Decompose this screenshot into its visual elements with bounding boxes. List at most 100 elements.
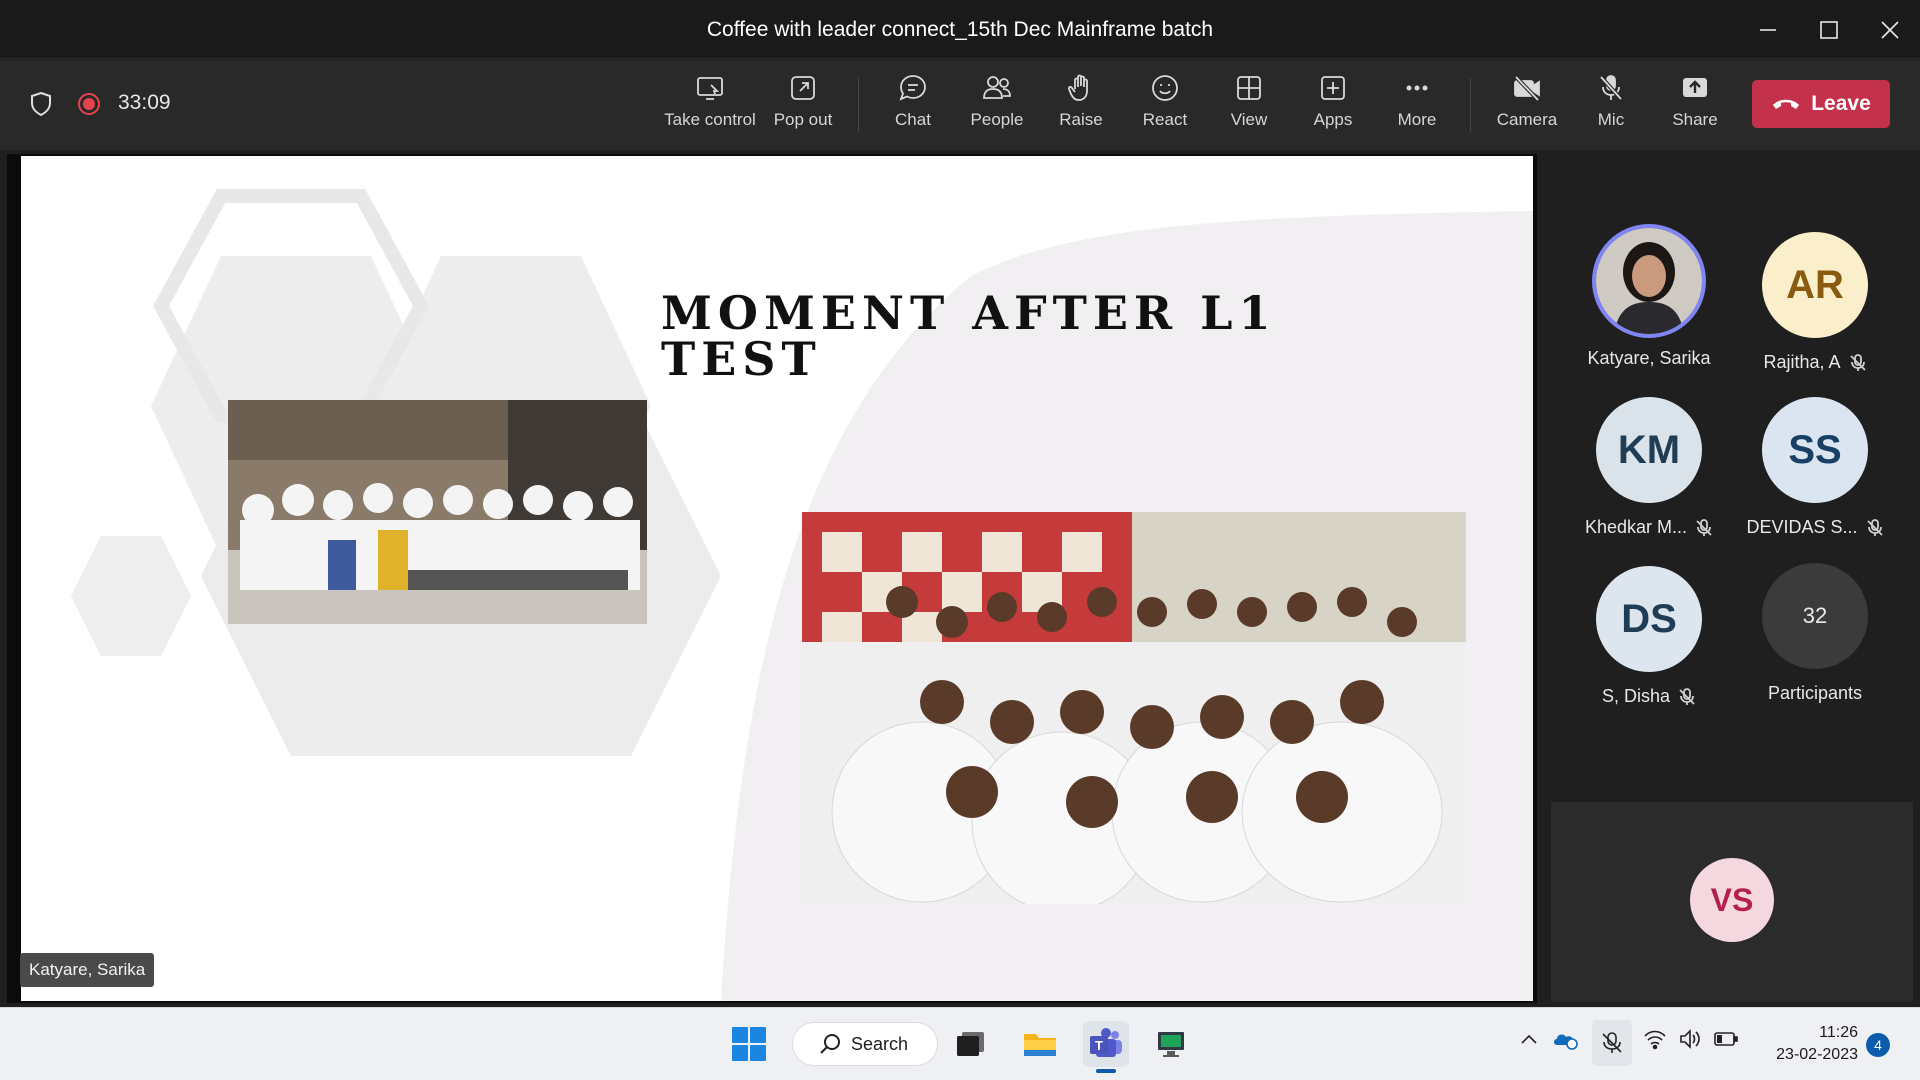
raise-hand-button[interactable]: Raise	[1046, 72, 1116, 142]
speaker-icon	[1680, 1029, 1700, 1049]
folder-icon	[1024, 1034, 1056, 1056]
people-icon	[983, 76, 1011, 99]
mic-button[interactable]: Mic	[1576, 72, 1646, 142]
notification-badge[interactable]: 4	[1866, 1033, 1890, 1057]
chat-icon	[899, 75, 926, 101]
participant-name: Khedkar M...	[1574, 517, 1724, 538]
participants-overflow-tile[interactable]: 32 Participants	[1740, 563, 1890, 704]
participant-tile[interactable]: DS S, Disha	[1574, 566, 1724, 707]
remote-desktop-button[interactable]	[1148, 1021, 1194, 1067]
title-bar: Coffee with leader connect_15th Dec Main…	[0, 0, 1920, 59]
teams-taskbar-button[interactable]: T	[1083, 1021, 1129, 1073]
teams-icon: T	[1090, 1028, 1122, 1057]
onedrive-button[interactable]	[1552, 1028, 1578, 1055]
pop-out-button[interactable]: Pop out	[768, 72, 838, 142]
avatar: KM	[1596, 397, 1702, 503]
avatar: SS	[1762, 397, 1868, 503]
view-button[interactable]: View	[1214, 72, 1284, 142]
take-control-label: Take control	[664, 110, 756, 129]
take-control-button[interactable]: Take control	[660, 72, 760, 142]
grid-view-icon	[1237, 76, 1261, 100]
battery-button[interactable]	[1713, 1028, 1739, 1055]
taskbar-search[interactable]: Search	[792, 1022, 938, 1066]
chevron-up-icon	[1521, 1034, 1537, 1044]
share-button[interactable]: Share	[1660, 72, 1730, 142]
take-control-icon	[697, 77, 723, 100]
leave-button[interactable]: Leave	[1752, 80, 1890, 128]
raise-hand-icon	[1067, 74, 1088, 101]
self-avatar: VS	[1690, 858, 1774, 942]
students-group-photo	[802, 512, 1466, 904]
share-label: Share	[1672, 110, 1718, 129]
smiley-icon	[1152, 75, 1178, 101]
minimize-button[interactable]	[1738, 0, 1798, 59]
maximize-icon	[1820, 20, 1838, 39]
meeting-toolbar: 33:09 Take control Pop out Chat People R…	[0, 60, 1920, 150]
leave-label: Leave	[1811, 92, 1871, 115]
microphone-status-button[interactable]	[1592, 1020, 1632, 1066]
system-clock[interactable]: 11:26 23-02-2023	[1762, 1022, 1858, 1066]
mic-muted-icon	[1695, 518, 1713, 537]
file-explorer-button[interactable]	[1017, 1021, 1063, 1067]
task-view-button[interactable]	[947, 1021, 993, 1067]
participants-overflow-label: Participants	[1767, 683, 1863, 703]
volume-button[interactable]	[1678, 1028, 1702, 1055]
pop-out-icon	[791, 76, 815, 100]
avatar	[1596, 228, 1702, 334]
camera-off-icon	[1514, 75, 1540, 102]
show-hidden-icons-button[interactable]	[1518, 1028, 1540, 1055]
more-icon	[1406, 85, 1428, 91]
mic-muted-icon	[1602, 1032, 1622, 1053]
share-screen-icon	[1683, 78, 1707, 97]
pop-out-label: Pop out	[773, 110, 833, 129]
window-title: Coffee with leader connect_15th Dec Main…	[706, 18, 1214, 41]
mic-muted-icon	[1866, 518, 1884, 537]
wifi-icon	[1644, 1030, 1666, 1050]
participant-tile[interactable]: Katyare, Sarika	[1574, 228, 1724, 369]
clock-time: 11:26	[1819, 1024, 1858, 1041]
apps-label: Apps	[1313, 110, 1353, 129]
camera-button[interactable]: Camera	[1492, 72, 1562, 142]
apps-button[interactable]: Apps	[1298, 72, 1368, 142]
recording-icon	[78, 93, 100, 115]
minimize-icon	[1760, 28, 1776, 31]
participant-tile[interactable]: SS DEVIDAS S...	[1740, 397, 1890, 538]
maximize-button[interactable]	[1799, 0, 1859, 59]
toolbar-divider	[1470, 78, 1471, 132]
close-button[interactable]	[1860, 0, 1920, 59]
slide-title: Moment after L1 test	[661, 286, 1277, 386]
windows-logo-icon	[732, 1027, 766, 1061]
react-button[interactable]: React	[1130, 72, 1200, 142]
chat-button[interactable]: Chat	[878, 72, 948, 142]
search-label: Search	[851, 1033, 909, 1054]
toolbar-divider	[858, 78, 859, 132]
profile-photo	[1596, 228, 1702, 334]
svg-text:T: T	[1095, 1038, 1103, 1053]
battery-icon	[1714, 1032, 1738, 1046]
presentation-slide: Moment after L1 test	[21, 156, 1533, 1001]
clock-date: 23-02-2023	[1776, 1046, 1858, 1063]
active-app-indicator	[1096, 1069, 1116, 1073]
participant-tile[interactable]: KM Khedkar M...	[1574, 397, 1724, 538]
camera-label: Camera	[1496, 110, 1558, 129]
chat-label: Chat	[895, 110, 931, 129]
more-button[interactable]: More	[1382, 72, 1452, 142]
participant-name: S, Disha	[1574, 686, 1724, 707]
react-label: React	[1142, 110, 1188, 129]
participant-tile[interactable]: AR Rajitha, A	[1740, 232, 1890, 373]
people-label: People	[970, 110, 1024, 129]
mic-muted-icon	[1849, 353, 1867, 372]
avatar: DS	[1596, 566, 1702, 672]
monitor-icon	[1158, 1032, 1184, 1057]
view-label: View	[1230, 110, 1268, 129]
raise-label: Raise	[1059, 110, 1103, 129]
mic-muted-icon	[1678, 687, 1696, 706]
participants-count: 32	[1762, 563, 1868, 669]
wifi-button[interactable]	[1643, 1028, 1667, 1055]
start-button[interactable]	[726, 1021, 772, 1067]
shield-icon[interactable]	[29, 91, 53, 122]
participant-name: Katyare, Sarika	[1587, 348, 1711, 368]
people-button[interactable]: People	[962, 72, 1032, 142]
teams-meeting-window: Coffee with leader connect_15th Dec Main…	[0, 0, 1920, 1080]
participant-name: Rajitha, A	[1740, 352, 1890, 373]
